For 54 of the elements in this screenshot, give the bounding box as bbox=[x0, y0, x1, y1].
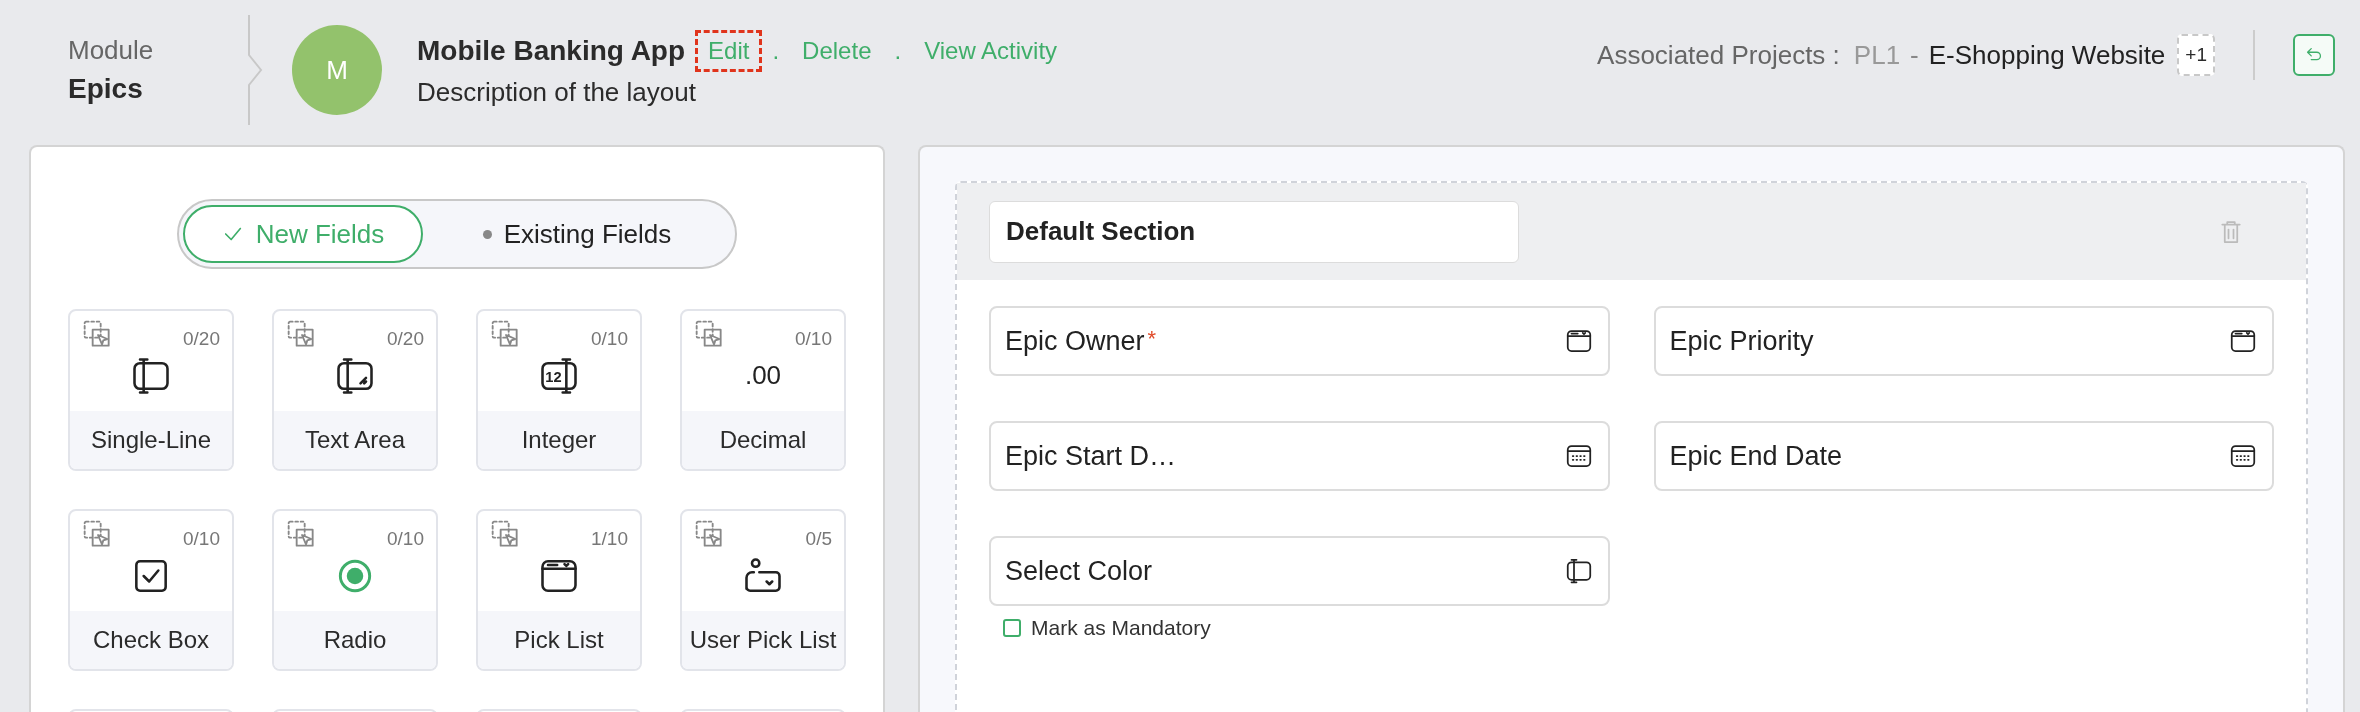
form-field[interactable]: Epic End Date bbox=[1653, 421, 2274, 491]
mandatory-checkbox[interactable] bbox=[1003, 618, 1021, 637]
associated-projects-label: Associated Projects : bbox=[1597, 38, 1840, 72]
toggle-tab[interactable]: Existing Fields bbox=[423, 205, 731, 263]
usage-count: 0/20 bbox=[387, 327, 424, 351]
usage-count: 0/10 bbox=[795, 327, 832, 351]
field-type-card[interactable]: 1/10 Pick List bbox=[476, 509, 642, 671]
decimal-icon: .00 bbox=[744, 356, 782, 395]
breadcrumb-chevron-icon bbox=[248, 15, 263, 125]
separator-dot: . bbox=[894, 36, 902, 66]
field-label: Epic Start D… bbox=[1005, 439, 1177, 473]
layout-description: Description of the layout bbox=[417, 76, 697, 109]
usage-count: 0/10 bbox=[183, 527, 220, 551]
more-projects-badge[interactable]: +1 bbox=[2177, 33, 2215, 77]
checkbox-label: Mark as Mandatory bbox=[1031, 615, 1211, 641]
field-type-card[interactable]: 0/10 .00 Decimal bbox=[680, 309, 846, 471]
form-field[interactable]: Epic Priority bbox=[1653, 306, 2274, 376]
project-name: E-Shopping Website bbox=[1928, 38, 2166, 72]
usage-count: 0/20 bbox=[183, 327, 220, 351]
required-mark: * bbox=[1147, 325, 1157, 353]
field-type-label: User Pick List bbox=[689, 625, 837, 655]
field-type-label: Radio bbox=[323, 625, 387, 655]
usage-count: 1/10 bbox=[591, 527, 628, 551]
field-type-card[interactable]: 0/10 Check Box bbox=[68, 509, 234, 671]
form-field[interactable]: Epic Start D… bbox=[989, 421, 1610, 491]
field-label: Select Color bbox=[1005, 554, 1153, 588]
field-type-label: Integer bbox=[521, 425, 597, 455]
field-type-card[interactable]: 0/5 User Pick List bbox=[680, 509, 846, 671]
breadcrumb-label: Module bbox=[68, 34, 155, 67]
layout-title: Mobile Banking App bbox=[417, 34, 686, 68]
field-type-label: Check Box bbox=[92, 625, 210, 655]
usage-count: 0/5 bbox=[805, 527, 832, 551]
breadcrumb-current: Epics bbox=[68, 72, 144, 106]
form-field[interactable]: Epic Owner* bbox=[989, 306, 1610, 376]
field-label: Epic Owner bbox=[1005, 324, 1145, 358]
undo-button[interactable] bbox=[2293, 34, 2335, 76]
field-type-card[interactable]: 0/10 12 Integer bbox=[476, 309, 642, 471]
usage-count: 0/10 bbox=[591, 327, 628, 351]
form-field[interactable]: Select Color bbox=[989, 536, 1610, 606]
field-type-label: Pick List bbox=[514, 625, 604, 655]
project-separator: - bbox=[1910, 38, 1919, 72]
avatar: M bbox=[292, 25, 382, 115]
section-name-field[interactable]: Default Section bbox=[989, 200, 1519, 263]
separator-dot: . bbox=[772, 36, 780, 66]
field-type-label: Decimal bbox=[719, 425, 807, 455]
field-type-label: Single-Line bbox=[90, 425, 212, 455]
project-code: PL1 bbox=[1853, 38, 1901, 72]
field-type-card[interactable]: 0/20 Text Area bbox=[272, 309, 438, 471]
field-label: Epic End Date bbox=[1669, 439, 1843, 473]
field-type-card[interactable]: 0/10 Radio bbox=[272, 509, 438, 671]
field-label: Epic Priority bbox=[1669, 324, 1814, 358]
usage-count: 0/10 bbox=[387, 527, 424, 551]
field-type-label: Text Area bbox=[304, 425, 406, 455]
field-type-card[interactable]: 0/20 Single-Line bbox=[68, 309, 234, 471]
